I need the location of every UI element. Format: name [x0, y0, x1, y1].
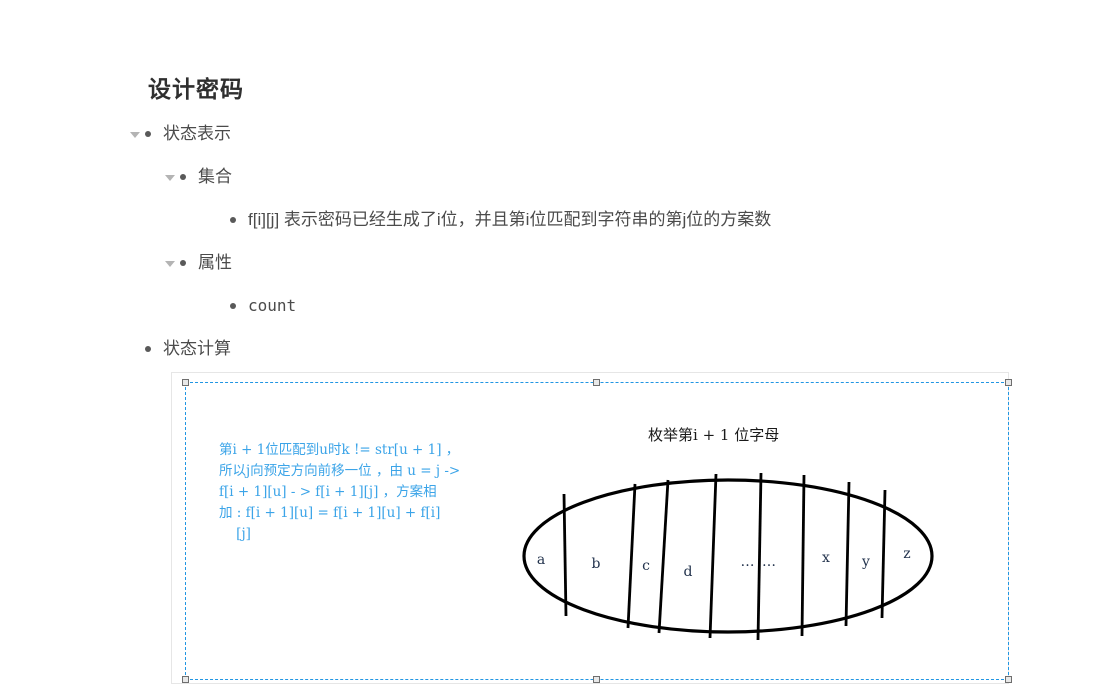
cell-label-c: c — [642, 558, 650, 574]
cell-label-z: z — [903, 546, 910, 562]
outline-list: 状态表示 集合 f[i][j] 表示密码已经生成了i位，并且第i位匹配到字符串的… — [0, 118, 1000, 376]
toggle-placeholder — [213, 299, 227, 313]
cell-label-d: d — [684, 564, 693, 580]
list-item[interactable]: 状态计算 — [0, 333, 1000, 365]
bullet-icon — [180, 174, 186, 180]
cell-label-ellipsis: … … — [741, 554, 778, 570]
divider-6 — [800, 474, 806, 637]
bullet-icon — [145, 346, 151, 352]
cell-label-b: b — [592, 556, 601, 572]
divider-1 — [562, 493, 568, 617]
list-item-label: 状态计算 — [163, 338, 231, 358]
ellipse-outline — [522, 478, 934, 634]
list-item[interactable]: f[i][j] 表示密码已经生成了i位，并且第i位匹配到字符串的第j位的方案数 — [0, 204, 1000, 236]
bullet-icon — [230, 217, 236, 223]
bullet-icon — [145, 131, 151, 137]
divider-7 — [844, 481, 851, 627]
list-item-label: 属性 — [198, 252, 232, 272]
divider-3 — [657, 479, 670, 634]
diagram-caption: 枚举第i + 1 位字母 — [648, 426, 780, 444]
alphabet-ellipse-diagram: a b c d … … x y z — [516, 468, 948, 644]
chevron-down-icon[interactable] — [128, 127, 142, 141]
resize-handle-top-center[interactable] — [593, 379, 600, 386]
divider-4 — [708, 473, 718, 639]
divider-8 — [880, 489, 887, 619]
page-title: 设计密码 — [148, 76, 244, 102]
list-item-label: 集合 — [198, 166, 232, 186]
chevron-down-icon[interactable] — [163, 170, 177, 184]
divider-2 — [626, 483, 637, 629]
cell-label-a: a — [537, 552, 545, 568]
resize-handle-bottom-center[interactable] — [593, 676, 600, 683]
list-item[interactable]: 状态表示 — [0, 118, 1000, 150]
list-item[interactable]: 集合 — [0, 161, 1000, 193]
resize-handle-top-left[interactable] — [182, 379, 189, 386]
resize-handle-bottom-right[interactable] — [1005, 676, 1012, 683]
resize-handle-top-right[interactable] — [1005, 379, 1012, 386]
toggle-placeholder — [213, 213, 227, 227]
bullet-icon — [230, 303, 236, 309]
chevron-down-icon[interactable] — [163, 256, 177, 270]
list-item[interactable]: count — [0, 290, 1000, 322]
toggle-placeholder — [128, 342, 142, 356]
list-item-label: f[i][j] 表示密码已经生成了i位，并且第i位匹配到字符串的第j位的方案数 — [248, 209, 772, 229]
list-item[interactable]: 属性 — [0, 247, 1000, 279]
page-root: 设计密码 状态表示 集合 f[i][j] 表示密码已经生成了i位，并且第i位匹配… — [0, 0, 1112, 691]
cell-label-x: x — [822, 550, 830, 566]
resize-handle-bottom-left[interactable] — [182, 676, 189, 683]
cell-label-y: y — [861, 554, 870, 570]
annotation-text: 第i + 1位匹配到u时k != str[u + 1] ， 所以j向预定方向前移… — [219, 442, 461, 542]
bullet-icon — [180, 260, 186, 266]
list-item-label: count — [248, 295, 297, 315]
list-item-label: 状态表示 — [163, 123, 231, 143]
